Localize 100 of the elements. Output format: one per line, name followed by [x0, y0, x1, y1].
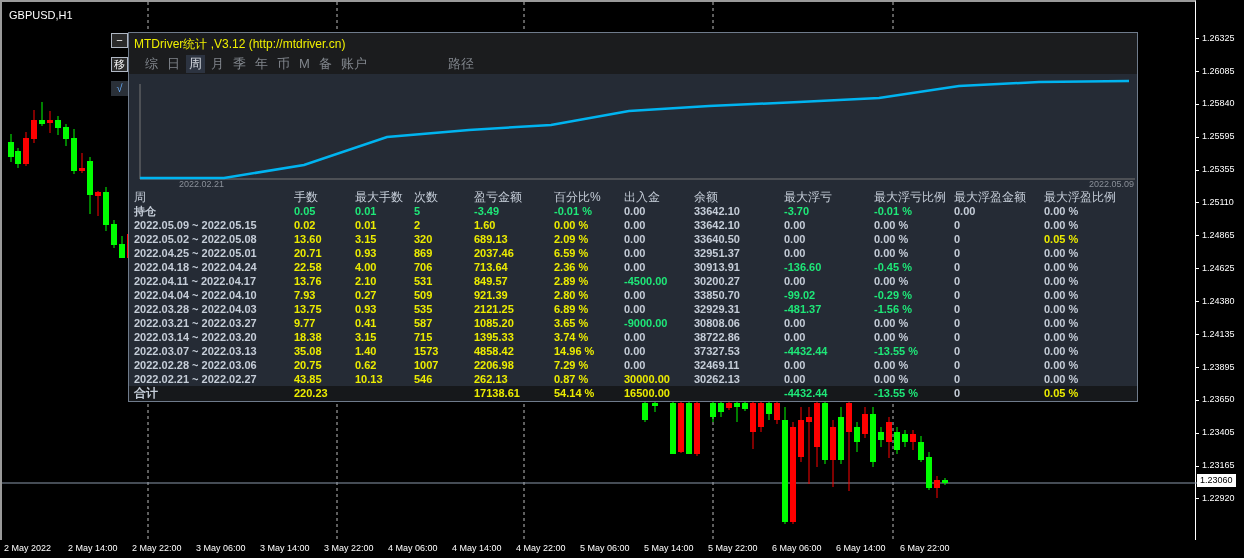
column-header: 出入金 — [624, 191, 661, 204]
panel-side-button[interactable]: − — [111, 33, 128, 48]
tab[interactable]: 年 — [252, 55, 271, 74]
table-cell: 2.80 % — [554, 288, 589, 302]
tab[interactable]: 综 — [142, 55, 161, 74]
table-cell: 2.36 % — [554, 260, 589, 274]
table-cell: 33640.50 — [694, 232, 740, 246]
candlestick — [95, 190, 101, 217]
table-cell: 0.00 % — [1044, 288, 1079, 302]
time-label: 2 May 2022 — [4, 542, 53, 556]
table-cell: 2022.04.11 ~ 2022.04.17 — [134, 274, 257, 288]
table-cell: 2022.05.09 ~ 2022.05.15 — [134, 218, 257, 232]
table-cell: 0.00 % — [874, 316, 909, 330]
candlestick — [886, 416, 892, 459]
column-header: 周 — [134, 191, 147, 204]
tab[interactable]: 账户 — [337, 55, 370, 74]
candlestick — [734, 401, 740, 423]
table-cell: 33850.70 — [694, 288, 740, 302]
time-label: 2 May 22:00 — [132, 542, 183, 556]
time-label: 4 May 14:00 — [452, 542, 503, 556]
table-cell: 2022.02.21 ~ 2022.02.27 — [134, 372, 257, 386]
panel-side-button[interactable]: 移 — [111, 57, 128, 72]
candlestick — [758, 401, 764, 433]
candlestick — [878, 426, 884, 448]
table-cell: -0.29 % — [874, 288, 912, 302]
candlestick — [926, 451, 932, 491]
tab[interactable]: M — [296, 55, 313, 74]
candlestick — [79, 152, 85, 174]
candlestick — [798, 406, 804, 463]
price-label: 1.23650 — [1202, 393, 1235, 407]
candlestick — [710, 401, 716, 423]
tab[interactable]: 季 — [230, 55, 249, 74]
table-cell: 20.75 — [294, 358, 322, 372]
table-cell: 2121.25 — [474, 302, 514, 316]
table-cell: 921.39 — [474, 288, 508, 302]
candlestick — [774, 401, 780, 425]
table-cell: 38722.86 — [694, 330, 740, 344]
table-cell: 43.85 — [294, 372, 322, 386]
table-cell: 4.00 — [355, 260, 377, 274]
candlestick — [670, 401, 676, 455]
table-cell: 0 — [954, 330, 961, 344]
table-cell: 30200.27 — [694, 274, 740, 288]
table-cell: 0.00 % — [1044, 316, 1079, 330]
table-cell: 2022.04.04 ~ 2022.04.10 — [134, 288, 257, 302]
table-cell: 869 — [414, 246, 433, 260]
table-cell: 合计 — [134, 386, 158, 401]
panel-title: MTDriver统计 ,V3.12 (http://mtdriver.cn) — [129, 33, 1137, 55]
candlestick — [822, 401, 828, 465]
table-cell: 30808.06 — [694, 316, 740, 330]
candlestick — [918, 435, 924, 463]
table-cell: 30000.00 — [624, 372, 670, 386]
candlestick — [910, 429, 916, 451]
table-cell: 20.71 — [294, 246, 322, 260]
table-cell: 0 — [954, 288, 961, 302]
table-cell: 持仓 — [134, 204, 156, 218]
column-header: 最大浮亏比例 — [874, 191, 947, 204]
column-header: 余额 — [694, 191, 719, 204]
table-cell: -0.01 % — [554, 204, 592, 218]
table-cell: 33642.10 — [694, 204, 740, 218]
candlestick — [870, 406, 876, 468]
candlestick — [726, 401, 732, 411]
tab[interactable]: 周 — [186, 55, 205, 74]
current-price-label: 1.23060 — [1197, 474, 1236, 487]
candlestick — [119, 235, 125, 259]
table-cell: 0 — [954, 302, 961, 316]
candlestick — [678, 401, 684, 454]
table-cell: 0 — [954, 372, 961, 386]
candlestick — [766, 401, 772, 421]
price-label: 1.22920 — [1202, 492, 1235, 506]
table-cell: 2022.03.28 ~ 2022.04.03 — [134, 302, 257, 316]
table-cell: 35.08 — [294, 344, 322, 358]
price-label: 1.24380 — [1202, 294, 1235, 308]
table-cell: 0.00 — [624, 302, 646, 316]
tab[interactable]: 路径 — [444, 55, 477, 74]
tab[interactable]: 备 — [315, 55, 335, 74]
table-cell: 535 — [414, 302, 433, 316]
table-cell: -13.55 % — [874, 344, 919, 358]
table-cell: 0.00 % — [1044, 260, 1079, 274]
table-cell: 0.27 — [355, 288, 377, 302]
table-cell: 0.00 — [784, 372, 806, 386]
table-cell: 5 — [414, 204, 421, 218]
table-cell: 0.00 — [624, 218, 646, 232]
tab[interactable]: 币 — [274, 55, 293, 74]
table-cell: 2022.04.25 ~ 2022.05.01 — [134, 246, 257, 260]
column-header: 最大手数 — [355, 191, 404, 204]
table-cell: 0 — [954, 386, 961, 401]
table-cell: 0.00 — [954, 204, 976, 218]
panel-side-button[interactable]: √ — [111, 81, 128, 96]
time-label: 2 May 14:00 — [68, 542, 119, 556]
candlestick — [902, 429, 908, 448]
table-cell: 0.00 % — [874, 218, 909, 232]
tab[interactable]: 月 — [208, 55, 227, 74]
table-cell: 7.29 % — [554, 358, 589, 372]
table-cell: -4432.44 — [784, 386, 828, 401]
table-cell: 0.00 % — [1044, 330, 1079, 344]
table-cell: 0.00 — [624, 260, 646, 274]
table-cell: 0.00 % — [554, 218, 589, 232]
table-cell: 2 — [414, 218, 421, 232]
tab[interactable]: 日 — [164, 55, 183, 74]
candlestick — [750, 401, 756, 450]
